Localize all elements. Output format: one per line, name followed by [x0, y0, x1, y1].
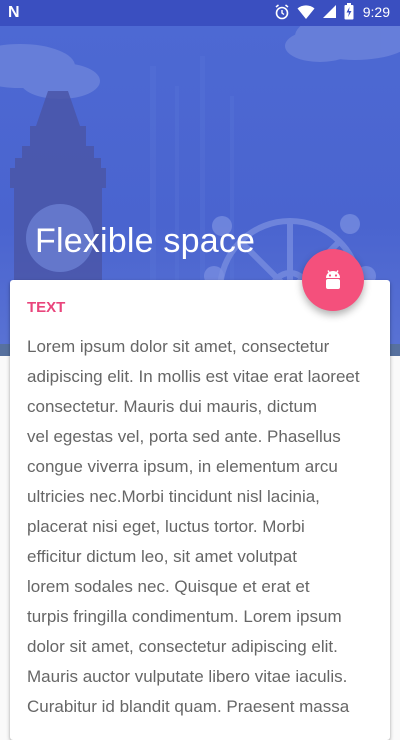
text-line: dolor sit amet, consectetur adipiscing e… [27, 637, 338, 656]
text-line: Lorem ipsum dolor sit amet, consectetur [27, 337, 330, 356]
text-line: consectetur. Mauris dui mauris, dictum [27, 397, 318, 416]
battery-charging-icon [344, 3, 354, 20]
wifi-icon [297, 4, 315, 19]
text-line: efficitur dictum leo, sit amet volutpat [27, 547, 297, 566]
text-line: Mauris auctor vulputate libero vitae iac… [27, 667, 348, 686]
content-card: TEXT Lorem ipsum dolor sit amet, consect… [10, 280, 390, 740]
status-time: 9:29 [362, 3, 390, 20]
text-line: vel egestas vel, porta sed ante. Phasell… [27, 427, 341, 446]
text-line: Curabitur id blandit quam. Praesent mass… [27, 697, 350, 716]
text-line: turpis fringilla condimentum. Lorem ipsu… [27, 607, 342, 626]
text-line: placerat nisi eget, luctus tortor. Morbi [27, 517, 305, 536]
page-title: Flexible space [35, 222, 256, 260]
text-line: congue viverra ipsum, in elementum arcu [27, 457, 338, 476]
card-body-text: Lorem ipsum dolor sit amet, consectetur … [27, 332, 377, 722]
text-line: ultricies nec.Morbi tincidunt nisl lacin… [27, 487, 320, 506]
n-notification-icon: N [8, 4, 20, 21]
status-icons: 9:29 [274, 3, 390, 20]
alarm-icon [275, 3, 289, 19]
card-label: TEXT [27, 299, 66, 316]
floating-action-button[interactable] [302, 249, 364, 311]
text-line: adipiscing elit. In mollis est vitae era… [27, 367, 360, 386]
cell-signal-icon [322, 5, 336, 18]
status-bar: N 9:29 [0, 0, 400, 26]
android-icon [326, 270, 340, 289]
text-line: lorem sodales nec. Quisque et erat et [27, 577, 310, 596]
